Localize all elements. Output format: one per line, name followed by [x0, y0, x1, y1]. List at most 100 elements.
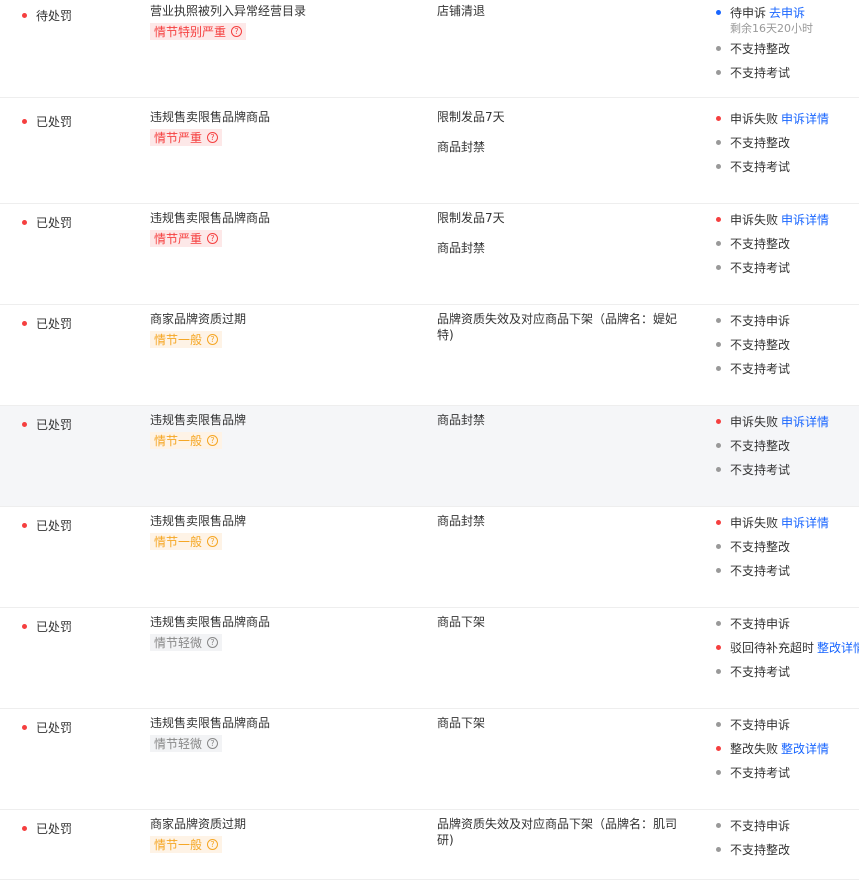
detail-link[interactable]: 申诉详情 [781, 213, 829, 227]
status-dot [716, 847, 721, 852]
penalty-status-label: 已处罚 [36, 822, 73, 836]
status-dot [716, 645, 721, 650]
detail-link[interactable]: 整改详情 [817, 641, 859, 655]
penalty-measures: 商品下架 [437, 715, 687, 745]
severity-label: 情节严重 [154, 232, 203, 246]
process-status-item: 不支持考试 [716, 361, 790, 377]
table-row: 已处罚 违规售卖限售品牌商品 情节严重? 限制发品7天 商品封禁 申诉失败 申诉详情 不支持整… [0, 103, 859, 204]
process-status-text: 申诉失败 [730, 112, 779, 126]
table-row: 待处罚 营业执照被列入异常经营目录 情节特别严重? 店铺清退 待申诉 去申诉 剩余16天20… [0, 0, 859, 98]
help-icon[interactable]: ? [207, 233, 219, 244]
penalty-status: 待处罚 [22, 7, 72, 24]
help-icon[interactable]: ? [207, 637, 219, 648]
process-status-list: 申诉失败 申诉详情不支持整改不支持考试 [716, 212, 829, 284]
penalty-status: 已处罚 [22, 719, 72, 736]
violation-reason: 商家品牌资质过期 [150, 312, 247, 326]
process-status-item: 不支持考试 [716, 260, 829, 276]
process-status-text: 不支持整改 [730, 843, 791, 857]
status-dot [716, 140, 721, 145]
process-status-item: 不支持整改 [716, 842, 790, 858]
detail-link[interactable]: 申诉详情 [781, 516, 829, 530]
violation-reason: 营业执照被列入异常经营目录 [150, 4, 307, 18]
process-status-text: 申诉失败 [730, 213, 779, 227]
process-status-text: 不支持申诉 [730, 819, 791, 833]
status-dot [716, 544, 721, 549]
process-status-text: 不支持整改 [730, 439, 791, 453]
status-dot [716, 467, 721, 472]
violation-cell: 商家品牌资质过期 情节一般? [150, 311, 246, 348]
status-dot [716, 318, 721, 323]
status-dot [22, 13, 27, 18]
status-dot [716, 217, 721, 222]
process-status-text: 不支持考试 [730, 564, 791, 578]
status-dot [716, 241, 721, 246]
process-status-item: 不支持申诉 [716, 616, 859, 632]
process-status-item: 申诉失败 申诉详情 [716, 212, 829, 228]
severity-label: 情节轻微 [154, 737, 203, 751]
process-status-list: 申诉失败 申诉详情 不支持整改 不支持考试 [716, 414, 829, 486]
help-icon[interactable]: ? [207, 334, 219, 345]
process-status-item: 申诉失败 申诉详情 [716, 111, 829, 127]
status-dot [22, 220, 27, 225]
process-status-item: 不支持考试 [716, 765, 829, 781]
penalty-measure: 品牌资质失效及对应商品下架（品牌名：媞妃特) [437, 312, 678, 342]
process-status-item: 不支持整改 [716, 236, 829, 252]
penalty-status: 已处罚 [22, 214, 72, 231]
process-status-item: 不支持整改 [716, 337, 790, 353]
penalty-measure: 限制发品7天 [437, 110, 505, 124]
penalty-measures: 商品封禁 [437, 513, 687, 543]
help-icon[interactable]: ? [207, 536, 219, 547]
status-dot [716, 342, 721, 347]
violation-cell: 违规售卖限售品牌商品 情节轻微? [150, 715, 270, 752]
severity-tag: 情节一般? [150, 836, 223, 853]
table-row: 已处罚 违规售卖限售品牌商品情节轻微? 商品下架 不支持申诉驳回待补充超时整改详情不支… [0, 608, 859, 709]
help-icon[interactable]: ? [207, 839, 219, 850]
process-status-list: 待申诉 去申诉 剩余16天20小时 不支持整改 不支持考试 [716, 5, 813, 89]
help-icon[interactable]: ? [207, 132, 219, 143]
detail-link[interactable]: 去申诉 [769, 6, 805, 20]
detail-link[interactable]: 申诉详情 [781, 415, 829, 429]
process-status-text: 不支持考试 [730, 463, 791, 477]
table-row: 已处罚 违规售卖限售品牌 情节一般? 商品封禁 申诉失败 申诉详情 不支持整改 不支持考试 [0, 507, 859, 608]
status-dot [716, 164, 721, 169]
severity-tag: 情节严重? [150, 129, 223, 146]
violation-cell: 商家品牌资质过期 情节一般? [150, 816, 246, 853]
status-dot [22, 826, 27, 831]
process-status-item: 不支持考试 [716, 159, 829, 175]
process-status-item: 待申诉 去申诉 [716, 5, 813, 21]
process-status-item: 不支持申诉 [716, 717, 829, 733]
status-dot [716, 70, 721, 75]
status-dot [716, 443, 721, 448]
help-icon[interactable]: ? [207, 435, 219, 446]
penalty-measure: 商品封禁 [437, 514, 486, 528]
penalty-measure: 商品下架 [437, 716, 486, 730]
status-dot [716, 669, 721, 674]
severity-label: 情节一般 [154, 535, 203, 549]
help-icon[interactable]: ? [231, 26, 243, 37]
penalty-measure: 限制发品7天 [437, 211, 505, 225]
violation-cell: 违规售卖限售品牌 情节一般? [150, 513, 246, 550]
process-status-text: 不支持整改 [730, 237, 791, 251]
violation-cell: 营业执照被列入异常经营目录 情节特别严重? [150, 3, 306, 40]
penalty-status: 已处罚 [22, 416, 72, 433]
process-status-list: 不支持申诉驳回待补充超时整改详情不支持考试 [716, 616, 859, 688]
process-status-text: 不支持考试 [730, 66, 791, 80]
penalty-measures: 品牌资质失效及对应商品下架（品牌名：媞妃特) [437, 311, 687, 357]
detail-link[interactable]: 整改详情 [781, 742, 829, 756]
detail-link[interactable]: 申诉详情 [781, 112, 829, 126]
table-row: 已处罚 违规售卖限售品牌商品 情节轻微? 商品下架 不支持申诉 整改失败 整改详情 不支持考试 [0, 709, 859, 810]
penalty-status-label: 已处罚 [36, 115, 73, 129]
process-status-item: 不支持考试 [716, 65, 813, 81]
help-icon[interactable]: ? [207, 738, 219, 749]
status-dot [22, 119, 27, 124]
penalty-measures: 店铺清退 [437, 3, 687, 33]
penalty-measures: 品牌资质失效及对应商品下架（品牌名：肌司研) [437, 816, 687, 862]
process-status-text: 不支持考试 [730, 160, 791, 174]
status-dot [716, 366, 721, 371]
process-status-text: 不支持整改 [730, 136, 791, 150]
status-dot [716, 568, 721, 573]
process-status-item: 不支持申诉 [716, 818, 790, 834]
penalty-measure: 商品封禁 [437, 413, 486, 427]
penalty-status: 已处罚 [22, 618, 72, 635]
status-dot [716, 46, 721, 51]
